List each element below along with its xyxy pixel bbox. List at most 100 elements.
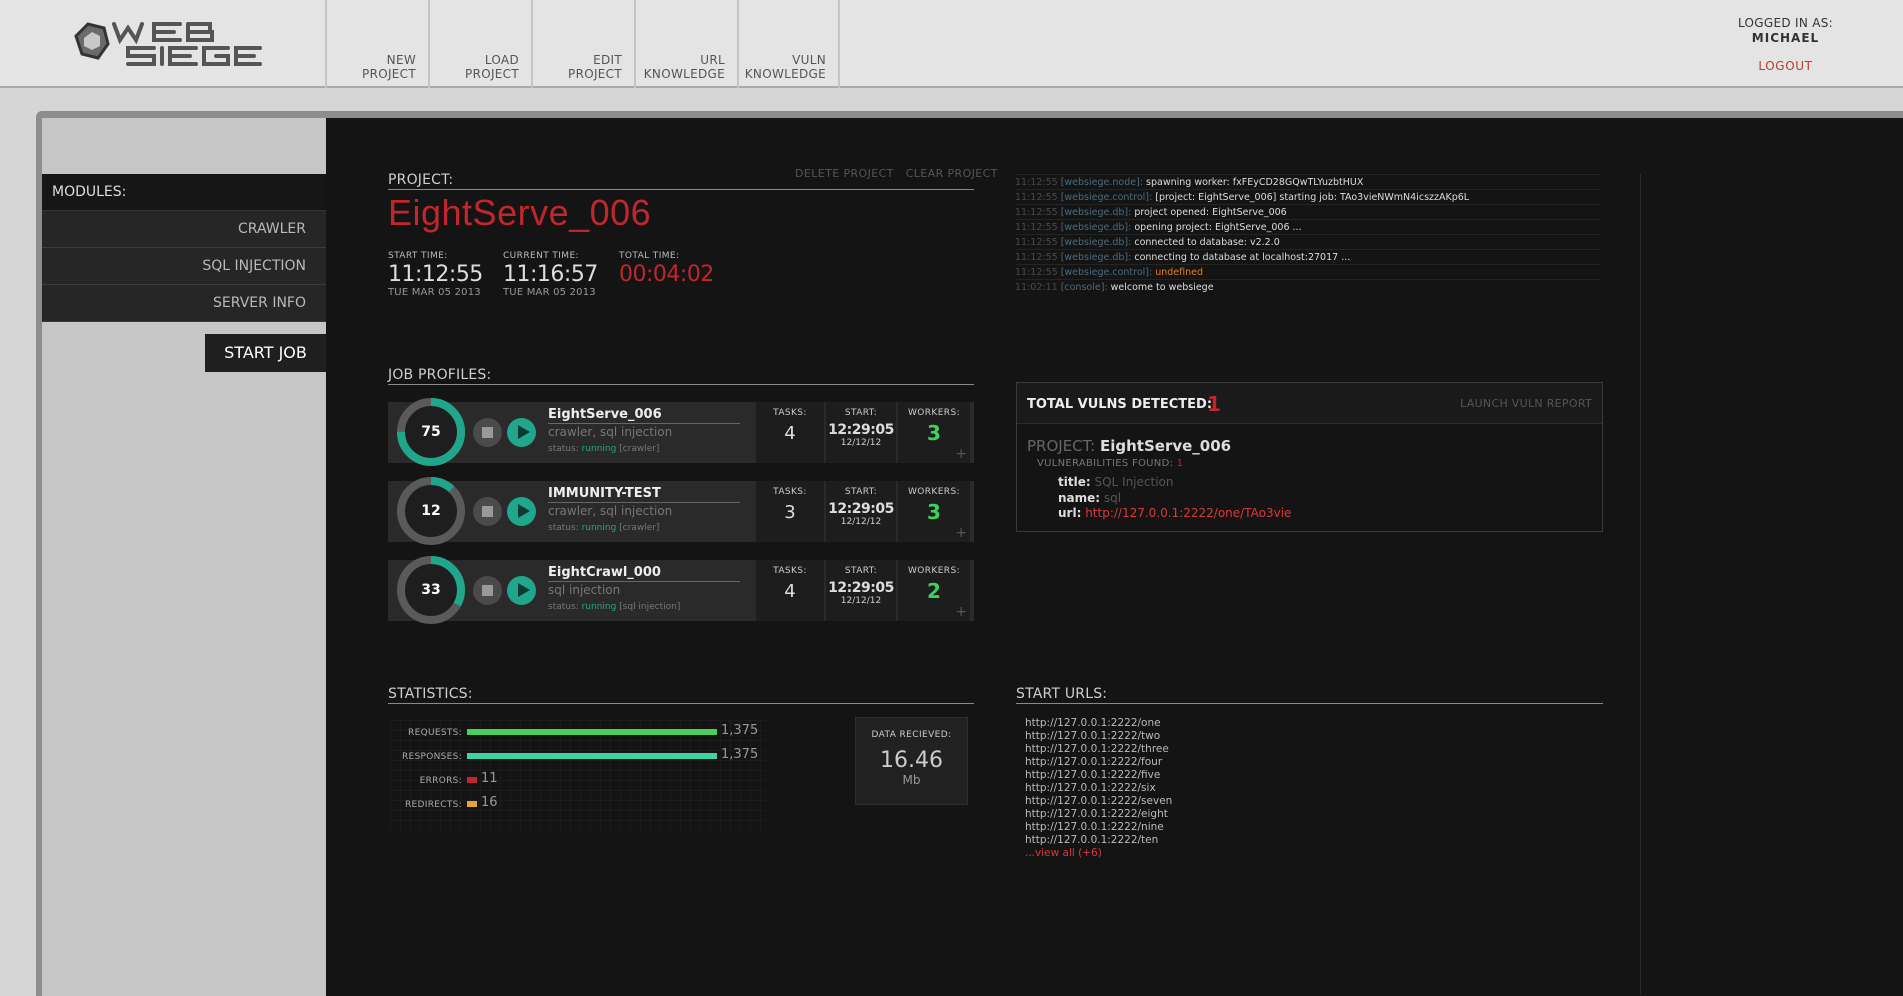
start-urls-list: http://127.0.0.1:2222/one http://127.0.0.… [1025,717,1172,860]
stat-label: REQUESTS: [408,728,462,738]
start-url[interactable]: http://127.0.0.1:2222/ten [1025,834,1172,847]
start-url[interactable]: http://127.0.0.1:2222/one [1025,717,1172,730]
start-cell: START: 12:29:05 12/12/12 [826,402,896,463]
job-profile-card: 33 EightCrawl_000 sql injection status: run… [388,556,974,624]
start-date: 12/12/12 [840,596,882,606]
vuln-project-name: EightServe_006 [1100,437,1232,455]
workers-cell: WORKERS: 3 + [898,481,970,542]
workers-label: WORKERS: [907,487,961,497]
log-message: connecting to database at localhost:2701… [1134,252,1351,263]
start-time: 12:29:05 [828,580,894,596]
start-label: START: [844,566,878,576]
username: MICHAEL [1751,31,1820,45]
current-time-block: CURRENT TIME: 11:16:57 TUE MAR 05 2013 [503,251,598,298]
vuln-details: title: SQL Injection name: sql url: http… [1058,475,1291,522]
vulns-header: TOTAL VULNS DETECTED: 1 LAUNCH VULN REPO… [1017,383,1602,424]
stat-bar [467,753,717,759]
status-detail: [crawler] [616,523,660,533]
log-entry: 11:02:11 [console]: welcome to websiege [1015,279,1600,294]
start-date-value: TUE MAR 05 2013 [388,287,481,298]
modules-title: MODULES: [42,174,326,211]
job-modules: sql injection [548,583,621,597]
tasks-cell: TASKS: 3 [756,481,824,542]
job-name[interactable]: EightServe_006 [548,407,740,424]
log-source: [websiege.control]: [1060,192,1156,203]
vuln-url-link[interactable]: http://127.0.0.1:2222/one/TAo3vie [1085,506,1291,520]
stop-icon[interactable] [473,576,502,605]
play-icon[interactable] [507,497,536,526]
start-url[interactable]: http://127.0.0.1:2222/nine [1025,821,1172,834]
module-sql-injection[interactable]: SQL INJECTION [42,248,326,285]
nav-load-project[interactable]: LOAD PROJECT [428,0,531,88]
log-entry: 11:12:55 [websiege.db]: connected to dat… [1015,234,1600,249]
total-time-label: TOTAL TIME: [619,251,680,261]
nav-label: NEW PROJECT [362,53,416,81]
log-source: [websiege.db]: [1060,222,1135,233]
stat-value: 11 [481,771,498,786]
start-url[interactable]: http://127.0.0.1:2222/eight [1025,808,1172,821]
add-worker-icon[interactable]: + [955,604,967,620]
module-crawler[interactable]: CRAWLER [42,211,326,248]
modules-menu: MODULES: CRAWLER SQL INJECTION SERVER IN… [42,174,326,322]
tasks-label: TASKS: [773,566,807,576]
top-bar: NEW PROJECT LOAD PROJECT EDIT PROJECT UR… [0,0,1903,88]
current-time-value: 11:16:57 [503,262,598,287]
log-source: [websiege.db]: [1060,237,1135,248]
log-message: project opened: EightServe_006 [1134,207,1287,218]
nav-edit-project[interactable]: EDIT PROJECT [531,0,634,88]
nav-label: URL KNOWLEDGE [643,53,725,81]
log-message: welcome to websiege [1110,282,1214,293]
tasks-cell: TASKS: 4 [756,402,824,463]
start-url[interactable]: http://127.0.0.1:2222/two [1025,730,1172,743]
logged-in-label: LOGGED IN AS: [1737,16,1833,30]
job-modules: crawler, sql injection [548,425,673,439]
view-all-link[interactable]: ...view all (+6) [1025,847,1172,860]
clear-project-link[interactable]: CLEAR PROJECT [906,167,998,180]
vuln-title-key: title: [1058,475,1091,489]
project-actions: DELETE PROJECT CLEAR PROJECT [787,167,998,180]
job-name[interactable]: EightCrawl_000 [548,565,740,582]
vulns-found: VULNERABILITIES FOUND: 1 [1037,458,1183,469]
stop-icon[interactable] [473,497,502,526]
job-status: status: running [sql injection] [548,602,680,612]
log-source: [console]: [1060,282,1111,293]
play-icon[interactable] [507,418,536,447]
stat-label: ERRORS: [419,776,462,786]
start-url[interactable]: http://127.0.0.1:2222/six [1025,782,1172,795]
websiege-logo[interactable] [62,14,262,74]
log-source: [websiege.db]: [1060,207,1135,218]
launch-vuln-report-link[interactable]: LAUNCH VULN REPORT [1460,397,1592,410]
data-received-box: DATA RECIEVED: 16.46 Mb [855,717,968,805]
tasks-value: 3 [784,502,796,523]
start-cell: START: 12:29:05 12/12/12 [826,560,896,621]
start-url[interactable]: http://127.0.0.1:2222/four [1025,756,1172,769]
vulns-count: 1 [1207,392,1221,416]
delete-project-link[interactable]: DELETE PROJECT [795,167,894,180]
vuln-name-value: sql [1103,490,1122,505]
statistics-label: STATISTICS: [388,686,974,704]
start-url[interactable]: http://127.0.0.1:2222/five [1025,769,1172,782]
nav-vuln-knowledge[interactable]: VULN KNOWLEDGE [737,0,840,88]
module-server-info[interactable]: SERVER INFO [42,285,326,322]
start-urls-label: START URLS: [1016,686,1603,704]
start-url[interactable]: http://127.0.0.1:2222/seven [1025,795,1172,808]
stat-label: REDIRECTS: [405,800,462,810]
status-label: status: [548,602,582,612]
log-entry: 11:12:55 [websiege.node]: spawning worke… [1015,174,1600,189]
job-name[interactable]: IMMUNITY-TEST [548,486,740,503]
add-worker-icon[interactable]: + [955,446,967,462]
play-icon[interactable] [507,576,536,605]
nav-new-project[interactable]: NEW PROJECT [325,0,428,88]
vuln-name-key: name: [1058,490,1101,505]
log-entry: 11:12:55 [websiege.db]: project opened: … [1015,204,1600,219]
start-job-button[interactable]: START JOB [205,334,326,372]
stat-row: ERRORS: 11 [380,771,780,787]
logout-link[interactable]: LOGOUT [1738,59,1833,73]
stop-icon[interactable] [473,418,502,447]
stat-row: RESPONSES: 1,375 [380,748,780,763]
add-worker-icon[interactable]: + [955,525,967,541]
log-entry: 11:12:55 [websiege.control]: undefined [1015,264,1600,279]
nav-url-knowledge[interactable]: URL KNOWLEDGE [634,0,737,88]
stat-bar [467,729,717,735]
start-url[interactable]: http://127.0.0.1:2222/three [1025,743,1172,756]
